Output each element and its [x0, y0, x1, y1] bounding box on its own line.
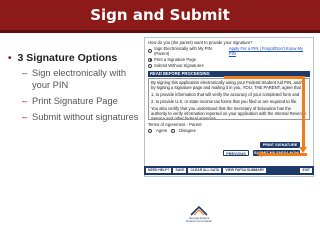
terms-label: Terms of Agreement - Parent	[148, 122, 202, 127]
agreement-paragraph: 2. to provide U.S. or state income tax f…	[151, 99, 298, 104]
sub-item-text: Submit without signatures	[32, 112, 139, 122]
gsfc-logo: Georgia Student Finance Commission	[184, 205, 214, 229]
fafsa-nav-bar: NEED HELP? SAVE CLEAR ALL DATA VIEW FAFS…	[144, 166, 314, 175]
radio-submit-without[interactable]	[148, 63, 152, 68]
arrow-line-horizontal	[224, 76, 304, 79]
option-print-signature[interactable]: Print a Signature Page	[148, 57, 310, 62]
previous-button[interactable]: PREVIOUS	[223, 150, 249, 156]
dash-icon: –	[22, 96, 28, 106]
arrow-line-vertical	[302, 76, 305, 148]
agreement-paragraph: By signing this application electronical…	[151, 80, 306, 90]
bullet-list: • 3 Signature Options – Sign electronica…	[8, 52, 142, 127]
agree-row: Agree Disagree	[148, 128, 310, 133]
bullet-main-text: 3 Signature Options	[17, 52, 118, 64]
logo-text-2: Finance Commission	[185, 219, 213, 224]
bullet-main: • 3 Signature Options	[8, 52, 142, 64]
save-button[interactable]: SAVE	[173, 168, 187, 173]
dash-icon: –	[22, 68, 28, 78]
option-label: Sign Electronically with My PIN (Parent)	[154, 46, 212, 56]
signature-question: How do you (the parent) want to provide …	[148, 40, 253, 45]
sub-item: – Sign electronically with your PIN	[22, 67, 142, 91]
disagree-label: Disagree	[179, 128, 196, 133]
sub-item: – Print Signature Page	[22, 95, 142, 107]
sub-item-text: Sign electronically with your PIN	[32, 68, 127, 90]
slide-title: Sign and Submit	[90, 6, 230, 24]
sub-item-text: Print Signature Page	[32, 96, 118, 106]
sub-list: – Sign electronically with your PIN – Pr…	[22, 67, 142, 123]
signature-form-panel: How do you (the parent) want to provide …	[144, 37, 314, 177]
exit-button[interactable]: EXIT	[300, 168, 312, 173]
arrowhead-icon	[256, 151, 262, 157]
need-help-button[interactable]: NEED HELP?	[146, 168, 172, 173]
bullet-dot-icon: •	[8, 53, 12, 64]
option-sign-pin[interactable]: Sign Electronically with My PIN (Parent)…	[148, 46, 310, 56]
radio-sign-pin[interactable]	[148, 49, 152, 53]
agreement-text-box[interactable]: By signing this application electronical…	[148, 78, 310, 120]
slide-title-bar: Sign and Submit	[0, 0, 320, 33]
agreement-paragraph: You also certify that you understand tha…	[151, 106, 307, 120]
radio-agree[interactable]	[148, 128, 152, 133]
radio-disagree[interactable]	[171, 128, 176, 133]
option-label: Print a Signature Page	[154, 57, 197, 62]
view-summary-button[interactable]: VIEW FAFSA SUMMARY	[223, 168, 267, 173]
option-submit-without[interactable]: Submit Without Signatures	[148, 63, 310, 68]
clear-all-data-button[interactable]: CLEAR ALL DATA	[188, 168, 222, 173]
arrow-line-bottom	[262, 153, 307, 156]
print-signature-button[interactable]: PRINT SIGNATURE PAGE	[260, 142, 300, 153]
option-label: Submit Without Signatures	[154, 63, 204, 68]
sub-item: – Submit without signatures	[22, 111, 142, 123]
agree-label: Agree	[156, 128, 168, 133]
agreement-paragraph: 1. to provide information that will veri…	[151, 92, 300, 97]
dash-icon: –	[22, 112, 28, 122]
radio-print-signature[interactable]	[148, 57, 152, 62]
pin-links[interactable]: Apply For a PIN | Forgot/Don't Know My P…	[229, 46, 310, 56]
